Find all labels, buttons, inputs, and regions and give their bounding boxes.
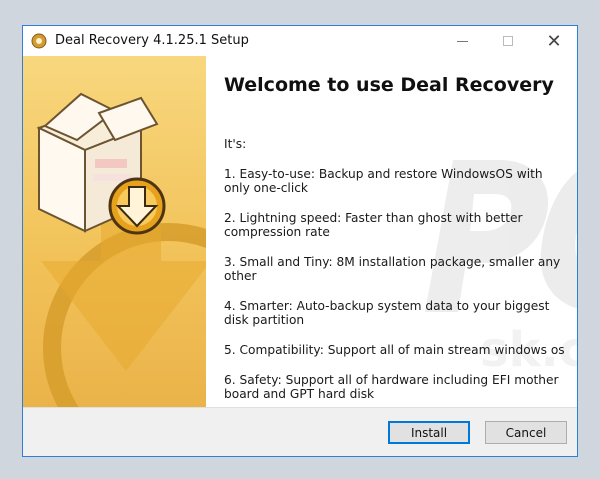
close-button[interactable]: ✕: [531, 26, 577, 56]
close-icon: ✕: [546, 30, 562, 52]
feature-list: It's: 1. Easy-to-use: Backup and restore…: [224, 137, 569, 417]
welcome-content: sk.com Welcome to use Deal Recovery It's…: [206, 56, 577, 407]
install-button[interactable]: Install: [388, 421, 470, 444]
download-arrow-icon: [108, 177, 166, 235]
feature-item-safety: 6. Safety: Support all of hardware inclu…: [224, 373, 559, 401]
feature-item-speed: 2. Lightning speed: Faster than ghost wi…: [224, 211, 523, 239]
banner-artwork: [36, 92, 206, 407]
intro-text: It's:: [224, 137, 247, 151]
setup-disc-icon: [31, 33, 47, 49]
feature-item-compatibility: 5. Compatibility: Support all of main st…: [224, 343, 565, 357]
title-bar[interactable]: Deal Recovery 4.1.25.1 Setup ✕: [23, 26, 577, 56]
feature-item-smarter: 4. Smarter: Auto-backup system data to y…: [224, 299, 550, 327]
minimize-icon: [456, 40, 468, 42]
minimize-button[interactable]: [439, 26, 485, 56]
cancel-button[interactable]: Cancel: [485, 421, 567, 444]
maximize-icon: [503, 36, 513, 46]
installer-banner: [23, 56, 206, 407]
setup-window: Deal Recovery 4.1.25.1 Setup ✕ sk.c Welc…: [22, 25, 578, 457]
maximize-button[interactable]: [485, 26, 531, 56]
feature-item-size: 3. Small and Tiny: 8M installation packa…: [224, 255, 561, 283]
feature-item-easy: 1. Easy-to-use: Backup and restore Windo…: [224, 167, 543, 195]
welcome-heading: Welcome to use Deal Recovery: [224, 74, 554, 96]
window-title: Deal Recovery 4.1.25.1 Setup: [55, 33, 249, 48]
button-bar: Install Cancel: [23, 407, 577, 456]
